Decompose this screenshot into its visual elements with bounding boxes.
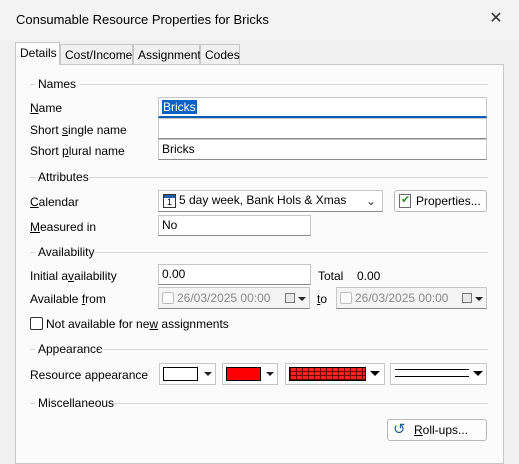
- names-section-title: Names: [38, 77, 77, 91]
- properties-icon: ✔: [399, 194, 411, 208]
- chevron-down-icon: [298, 297, 306, 301]
- available-to-checkbox[interactable]: [340, 292, 352, 304]
- availability-divider: [94, 252, 488, 253]
- attributes-section-title: Attributes: [38, 170, 89, 184]
- available-from-field[interactable]: 26/03/2025 00:00: [158, 287, 310, 309]
- total-value: 0.00: [357, 269, 381, 283]
- short-plural-name-field[interactable]: Bricks: [158, 139, 487, 160]
- chevron-down-icon: [475, 297, 483, 301]
- appearance-section-title: Appearance: [38, 342, 103, 356]
- tab-cost-income[interactable]: Cost/Income: [60, 44, 133, 64]
- measured-in-label: Measured in: [30, 220, 97, 234]
- date-picker-icon: [462, 293, 472, 303]
- tab-assignment[interactable]: Assignment: [133, 44, 201, 64]
- available-from-value: 26/03/2025 00:00: [177, 291, 271, 305]
- misc-divider-left: [30, 403, 35, 404]
- calendar-dropdown[interactable]: 1 5 day week, Bank Hols & Xmas ⌄: [158, 190, 383, 212]
- outline-color-picker[interactable]: [222, 363, 278, 385]
- line-style-swatch: [395, 369, 469, 377]
- date-picker-icon: [285, 293, 295, 303]
- chevron-down-icon: [204, 372, 212, 376]
- pattern-picker[interactable]: [285, 363, 385, 385]
- calendar-label: Calendar: [30, 195, 79, 209]
- rollup-icon: ↺: [393, 421, 406, 438]
- fill-color-picker[interactable]: [159, 363, 216, 385]
- initial-availability-label: Initial availability: [30, 269, 117, 283]
- brick-pattern-swatch: [289, 367, 366, 381]
- fill-color-swatch: [163, 367, 198, 381]
- appearance-divider-left: [30, 349, 35, 350]
- rollups-button[interactable]: ↺ Roll-ups...: [387, 419, 487, 441]
- outline-color-swatch: [226, 367, 261, 381]
- resource-appearance-label: Resource appearance: [30, 368, 149, 382]
- appearance-divider: [100, 349, 488, 350]
- available-to-field[interactable]: 26/03/2025 00:00: [336, 287, 487, 309]
- chevron-down-icon: [370, 371, 380, 376]
- calendar-properties-button[interactable]: ✔ Properties...: [394, 190, 487, 212]
- name-field[interactable]: Bricks: [158, 97, 487, 118]
- names-divider-left: [30, 84, 35, 85]
- measured-in-field[interactable]: No: [158, 215, 311, 236]
- short-plural-name-label: Short plural name: [30, 144, 125, 158]
- chevron-down-icon: ⌄: [366, 194, 377, 208]
- short-single-name-field[interactable]: [158, 118, 487, 139]
- calendar-icon: 1: [163, 194, 176, 208]
- chevron-down-icon: [473, 371, 483, 376]
- available-to-value: 26/03/2025 00:00: [355, 291, 449, 305]
- not-available-checkbox[interactable]: [30, 317, 43, 330]
- initial-availability-field[interactable]: 0.00: [158, 264, 311, 285]
- properties-button-label: Properties...: [416, 194, 481, 208]
- availability-section-title: Availability: [38, 245, 95, 259]
- to-label: to: [317, 292, 328, 306]
- available-from-checkbox[interactable]: [162, 292, 174, 304]
- chevron-down-icon: [266, 372, 274, 376]
- attributes-divider-left: [30, 177, 35, 178]
- availability-divider-left: [30, 252, 35, 253]
- available-from-label: Available from: [30, 292, 106, 306]
- names-divider: [80, 84, 488, 85]
- calendar-value: 5 day week, Bank Hols & Xmas: [179, 193, 347, 207]
- miscellaneous-section-title: Miscellaneous: [38, 396, 115, 410]
- rollups-label: Roll-ups...: [414, 423, 469, 437]
- tab-codes[interactable]: Codes: [200, 44, 240, 64]
- window-title: Consumable Resource Properties for Brick…: [16, 12, 269, 27]
- name-label: Name: [30, 101, 63, 115]
- tab-details[interactable]: Details: [15, 42, 60, 65]
- total-label: Total: [318, 269, 344, 283]
- short-single-name-label: Short single name: [30, 123, 127, 137]
- not-available-label[interactable]: Not available for new assignments: [46, 317, 229, 331]
- line-style-picker[interactable]: [390, 363, 487, 385]
- attributes-divider: [89, 177, 488, 178]
- misc-divider: [113, 403, 488, 404]
- close-icon[interactable]: ✕: [488, 10, 504, 28]
